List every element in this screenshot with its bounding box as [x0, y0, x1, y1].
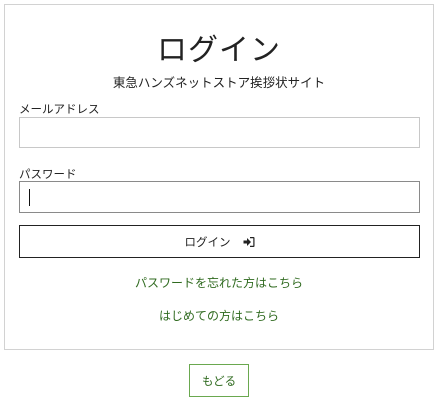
site-subtitle: 東急ハンズネットストア挨拶状サイト — [112, 75, 326, 90]
email-label: メールアドレス — [19, 102, 100, 116]
text-caret — [29, 189, 30, 206]
password-label: パスワード — [19, 167, 77, 181]
email-field[interactable] — [19, 117, 420, 148]
page-title: ログイン — [157, 33, 281, 68]
login-button[interactable]: ログイン — [19, 225, 420, 258]
back-button-label: もどる — [201, 373, 237, 388]
login-card: ログイン 東急ハンズネットストア挨拶状サイト メールアドレス パスワード ログイ… — [4, 4, 434, 350]
password-field[interactable] — [19, 181, 420, 213]
login-button-label: ログイン — [184, 234, 231, 249]
forgot-password-link[interactable]: パスワードを忘れた方はこちら — [5, 274, 433, 291]
sign-in-icon — [243, 236, 255, 248]
back-button[interactable]: もどる — [189, 364, 249, 397]
first-time-link[interactable]: はじめての方はこちら — [5, 307, 433, 324]
